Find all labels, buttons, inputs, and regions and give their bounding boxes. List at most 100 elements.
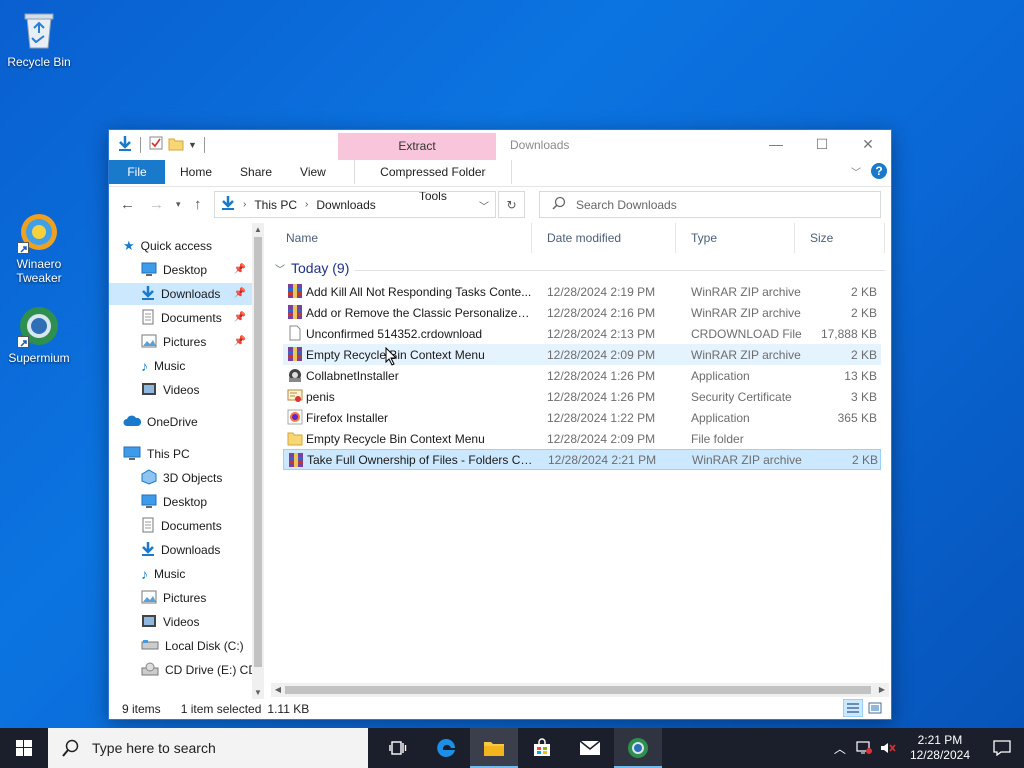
properties-icon[interactable] bbox=[148, 135, 164, 154]
file-date-modified: 12/28/2024 2:09 PM bbox=[547, 347, 656, 362]
nav-pc-3d-objects[interactable]: 3D Objects bbox=[109, 467, 252, 489]
column-header-size[interactable]: Size bbox=[795, 223, 885, 253]
horizontal-scrollbar[interactable]: ◀ ▶ bbox=[271, 683, 889, 697]
group-header[interactable]: ﹀ Today (9) bbox=[275, 260, 349, 276]
up-button[interactable]: ↑ bbox=[194, 196, 202, 213]
file-date-modified: 12/28/2024 1:22 PM bbox=[547, 410, 656, 425]
tab-file[interactable]: File bbox=[109, 160, 165, 184]
scroll-down-icon[interactable]: ▼ bbox=[252, 688, 264, 697]
nav-quick-downloads[interactable]: Downloads 📌 bbox=[109, 283, 252, 305]
start-button[interactable] bbox=[0, 728, 48, 768]
nav-quick-pictures[interactable]: Pictures 📌 bbox=[109, 331, 252, 353]
taskbar-file-explorer[interactable] bbox=[470, 728, 518, 768]
address-bar[interactable]: › This PC › Downloads ﹀ bbox=[214, 191, 496, 218]
file-type: CRDOWNLOAD File bbox=[691, 326, 802, 341]
large-icons-view-button[interactable] bbox=[865, 699, 885, 717]
search-input[interactable] bbox=[576, 197, 856, 212]
nav-quick-access[interactable]: ★ Quick access bbox=[123, 235, 251, 257]
help-icon[interactable]: ? bbox=[871, 163, 887, 179]
pin-icon[interactable]: 📌 bbox=[234, 288, 246, 299]
chevron-down-icon[interactable]: ﹀ bbox=[275, 261, 285, 276]
breadcrumb-downloads[interactable]: Downloads bbox=[316, 198, 375, 212]
address-dropdown-icon[interactable]: ﹀ bbox=[479, 198, 489, 213]
new-folder-icon[interactable] bbox=[168, 135, 184, 154]
chevron-right-icon[interactable]: › bbox=[243, 199, 246, 210]
taskbar-edge[interactable] bbox=[422, 728, 470, 768]
scroll-right-icon[interactable]: ▶ bbox=[876, 685, 888, 694]
file-row[interactable]: Take Full Ownership of Files - Folders C… bbox=[283, 449, 881, 470]
pin-icon[interactable]: 📌 bbox=[234, 264, 246, 275]
details-view-button[interactable] bbox=[843, 699, 863, 717]
volume-muted-icon bbox=[880, 743, 896, 753]
pin-icon[interactable]: 📌 bbox=[234, 336, 246, 347]
taskbar-store[interactable] bbox=[518, 728, 566, 768]
file-row[interactable]: Firefox Installer 12/28/2024 1:22 PM Appli… bbox=[283, 407, 881, 428]
desktop-icon-recycle-bin[interactable]: Recycle Bin bbox=[1, 8, 77, 69]
scrollbar-thumb[interactable] bbox=[254, 237, 262, 667]
refresh-button[interactable]: ↻ bbox=[498, 191, 525, 218]
nav-quick-videos[interactable]: Videos bbox=[109, 379, 252, 401]
file-size: 2 KB bbox=[850, 347, 877, 362]
customize-qat-icon[interactable]: ▼ bbox=[188, 140, 197, 150]
nav-onedrive[interactable]: OneDrive bbox=[123, 411, 251, 433]
nav-quick-desktop[interactable]: Desktop 📌 bbox=[109, 259, 252, 281]
nav-pc-cd-drive[interactable]: CD Drive (E:) CDR bbox=[109, 659, 252, 681]
file-row[interactable]: Empty Recycle Bin Context Menu 12/28/2024… bbox=[283, 344, 881, 365]
chevron-right-icon[interactable]: › bbox=[305, 199, 308, 210]
file-row[interactable]: CollabnetInstaller 12/28/2024 1:26 PM Appl… bbox=[283, 365, 881, 386]
file-explorer-icon bbox=[484, 742, 504, 756]
desktop-icon-winaero-tweaker[interactable]: Winaero Tweaker bbox=[1, 210, 77, 285]
minimize-button[interactable]: — bbox=[753, 130, 799, 158]
nav-pc-desktop[interactable]: Desktop bbox=[109, 491, 252, 513]
taskbar-mail[interactable] bbox=[566, 728, 614, 768]
file-row[interactable]: Unconfirmed 514352.crdownload 12/28/2024 … bbox=[283, 323, 881, 344]
scrollbar-thumb[interactable] bbox=[285, 686, 871, 694]
search-box[interactable] bbox=[539, 191, 881, 218]
tab-compressed-folder-tools[interactable]: Compressed Folder Tools bbox=[353, 160, 512, 203]
file-row[interactable]: Add Kill All Not Responding Tasks Conte.… bbox=[283, 281, 881, 302]
column-header-name[interactable]: Name bbox=[271, 223, 532, 253]
taskbar-supermium[interactable] bbox=[614, 728, 662, 768]
blank-file-icon bbox=[287, 325, 303, 341]
nav-quick-music[interactable]: ♪ Music bbox=[109, 355, 252, 377]
file-row[interactable]: Add or Remove the Classic Personalize C.… bbox=[283, 302, 881, 323]
column-header-date-modified[interactable]: Date modified bbox=[532, 223, 676, 253]
scroll-left-icon[interactable]: ◀ bbox=[272, 685, 284, 694]
nav-pc-pictures[interactable]: Pictures bbox=[109, 587, 252, 609]
task-view-button[interactable] bbox=[374, 728, 422, 768]
nav-pc-videos[interactable]: Videos bbox=[109, 611, 252, 633]
context-tab-header-extract[interactable]: Extract bbox=[338, 133, 496, 160]
nav-label: Pictures bbox=[163, 591, 207, 605]
desktop-icon-supermium[interactable]: Supermium bbox=[1, 304, 77, 365]
scroll-up-icon[interactable]: ▲ bbox=[252, 225, 264, 234]
clock[interactable]: 2:21 PM 12/28/2024 bbox=[900, 733, 980, 763]
tab-view[interactable]: View bbox=[286, 160, 340, 184]
volume-button[interactable] bbox=[876, 728, 900, 768]
nav-pane-scrollbar[interactable]: ▲ ▼ bbox=[252, 223, 264, 699]
nav-pc-local-disk[interactable]: Local Disk (C:) bbox=[109, 635, 252, 657]
tab-share[interactable]: Share bbox=[226, 160, 286, 184]
network-button[interactable] bbox=[852, 728, 876, 768]
nav-pc-music[interactable]: ♪ Music bbox=[109, 563, 252, 585]
close-button[interactable]: ✕ bbox=[845, 130, 891, 158]
nav-pc-documents[interactable]: Documents bbox=[109, 515, 252, 537]
tab-home[interactable]: Home bbox=[165, 160, 226, 184]
shortcut-arrow-icon bbox=[17, 242, 29, 254]
maximize-button[interactable]: ☐ bbox=[799, 130, 845, 158]
nav-pc-downloads[interactable]: Downloads bbox=[109, 539, 252, 561]
forward-button[interactable]: → bbox=[149, 196, 164, 213]
quick-access-toolbar: ▼ bbox=[117, 135, 208, 154]
nav-quick-documents[interactable]: Documents 📌 bbox=[109, 307, 252, 329]
recent-locations-button[interactable]: ▾ bbox=[176, 199, 181, 210]
nav-this-pc[interactable]: This PC bbox=[123, 443, 251, 465]
taskbar-search-box[interactable]: Type here to search bbox=[48, 728, 368, 768]
breadcrumb-this-pc[interactable]: This PC bbox=[254, 198, 297, 212]
file-row[interactable]: Empty Recycle Bin Context Menu 12/28/2024… bbox=[283, 428, 881, 449]
file-row[interactable]: penis 12/28/2024 1:26 PM Security Certific… bbox=[283, 386, 881, 407]
pin-icon[interactable]: 📌 bbox=[234, 312, 246, 323]
column-header-type[interactable]: Type bbox=[676, 223, 795, 253]
show-hidden-icons-button[interactable]: ︿ bbox=[828, 728, 852, 768]
action-center-button[interactable] bbox=[980, 728, 1024, 768]
back-button[interactable]: ← bbox=[120, 196, 135, 213]
expand-ribbon-icon[interactable]: ﹀ bbox=[851, 164, 861, 179]
